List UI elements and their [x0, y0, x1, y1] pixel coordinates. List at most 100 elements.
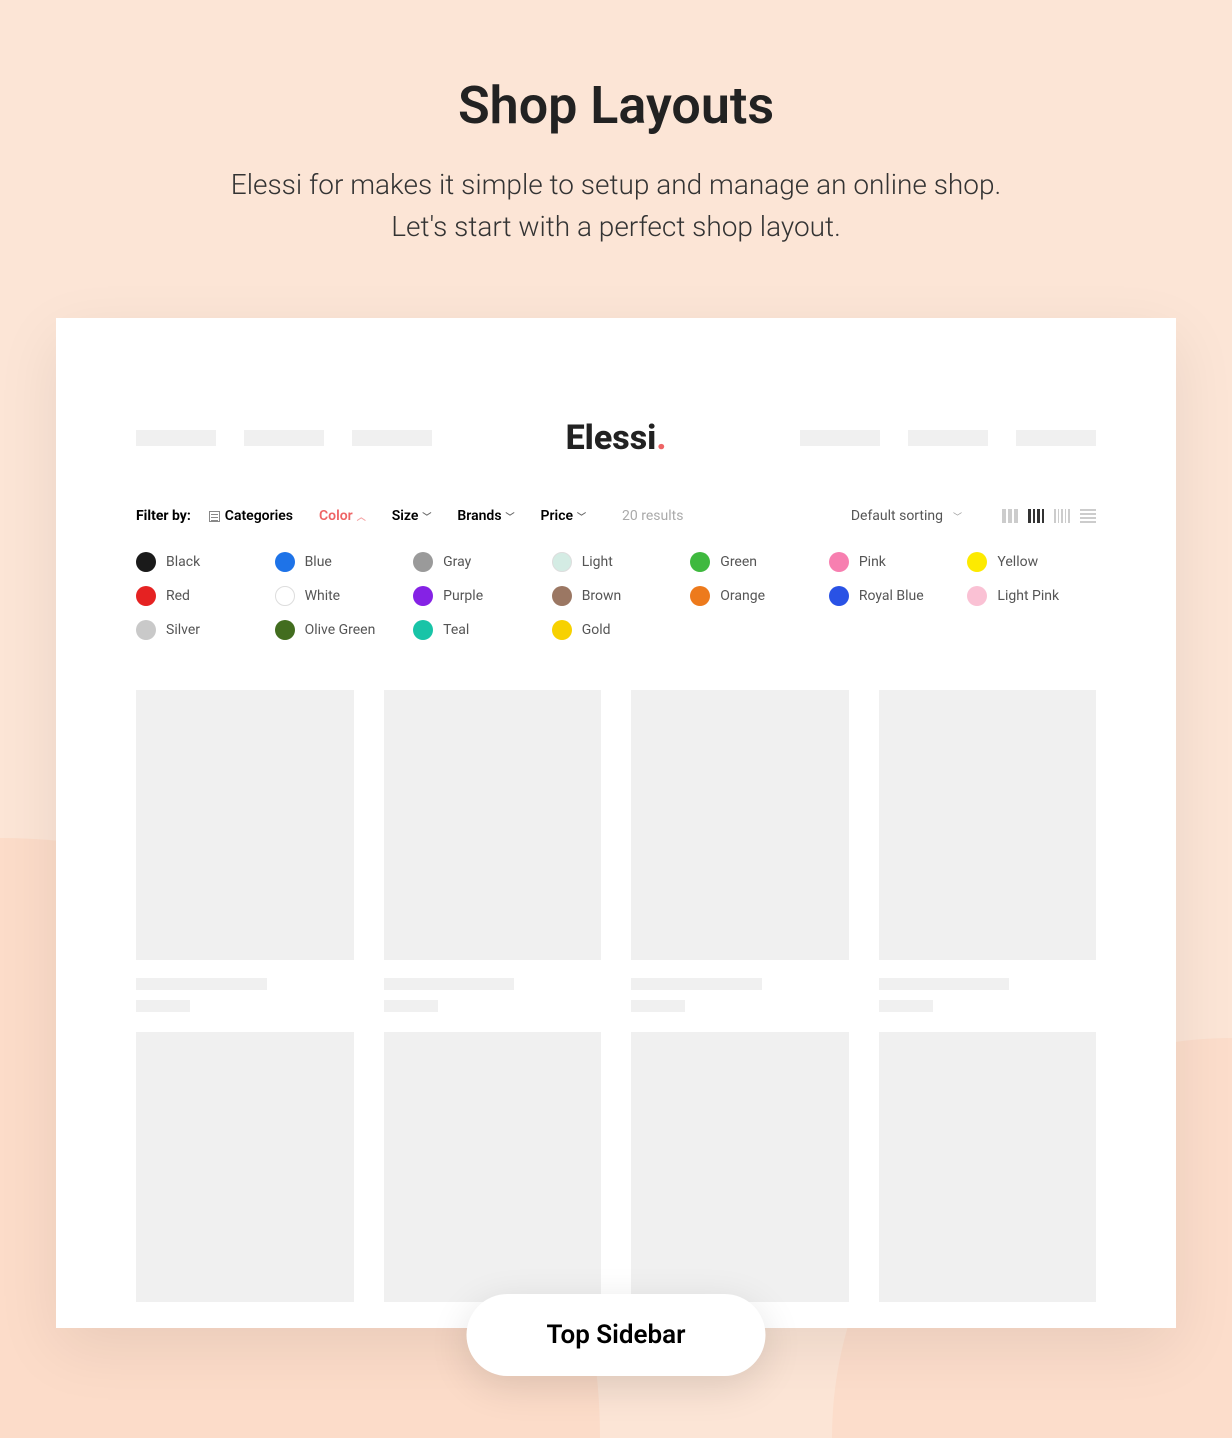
- view-switcher: [1002, 509, 1096, 523]
- nav-item-placeholder[interactable]: [244, 430, 324, 446]
- product-image-placeholder: [879, 690, 1097, 960]
- nav-item-placeholder[interactable]: [136, 430, 216, 446]
- color-label: Green: [720, 554, 757, 570]
- product-title-placeholder: [136, 978, 267, 990]
- filter-size[interactable]: Size﹀: [392, 508, 432, 524]
- filter-categories[interactable]: Categories: [209, 508, 293, 524]
- color-label: Gray: [443, 554, 471, 570]
- header-nav: Elessi.: [56, 318, 1176, 458]
- product-image-placeholder: [136, 690, 354, 960]
- color-dot-icon: [552, 620, 572, 640]
- color-swatch-gray[interactable]: Gray: [413, 552, 542, 572]
- color-swatch-olive-green[interactable]: Olive Green: [275, 620, 404, 640]
- nav-item-placeholder[interactable]: [1016, 430, 1096, 446]
- color-dot-icon: [275, 586, 295, 606]
- color-label: Silver: [166, 622, 200, 638]
- color-swatch-green[interactable]: Green: [690, 552, 819, 572]
- list-icon: [209, 511, 220, 522]
- sort-dropdown[interactable]: Default sorting﹀: [851, 508, 962, 524]
- product-title-placeholder: [879, 978, 1010, 990]
- product-card[interactable]: [631, 1032, 849, 1302]
- color-label: Royal Blue: [859, 588, 924, 604]
- product-image-placeholder: [384, 1032, 602, 1302]
- product-image-placeholder: [631, 1032, 849, 1302]
- color-dot-icon: [552, 552, 572, 572]
- product-card[interactable]: [136, 690, 354, 1012]
- product-card[interactable]: [879, 690, 1097, 1012]
- color-label: White: [305, 588, 341, 604]
- page-title: Shop Layouts: [0, 0, 1232, 136]
- color-label: Purple: [443, 588, 483, 604]
- color-dot-icon: [136, 552, 156, 572]
- color-swatch-light-pink[interactable]: Light Pink: [967, 586, 1096, 606]
- color-swatch-black[interactable]: Black: [136, 552, 265, 572]
- color-dot-icon: [829, 552, 849, 572]
- product-price-placeholder: [136, 1000, 190, 1012]
- color-dot-icon: [275, 620, 295, 640]
- color-swatch-teal[interactable]: Teal: [413, 620, 542, 640]
- logo[interactable]: Elessi.: [566, 418, 667, 458]
- product-card[interactable]: [136, 1032, 354, 1302]
- color-swatch-yellow[interactable]: Yellow: [967, 552, 1096, 572]
- chevron-up-icon: ︿: [357, 510, 366, 523]
- color-label: Gold: [582, 622, 611, 638]
- view-grid-4-icon[interactable]: [1028, 509, 1044, 523]
- color-dot-icon: [690, 586, 710, 606]
- color-dot-icon: [136, 586, 156, 606]
- nav-item-placeholder[interactable]: [908, 430, 988, 446]
- chevron-down-icon: ﹀: [953, 510, 962, 523]
- page-subtitle: Elessi for makes it simple to setup and …: [0, 164, 1232, 248]
- product-grid: [56, 640, 1176, 1302]
- color-swatch-blue[interactable]: Blue: [275, 552, 404, 572]
- filter-brands[interactable]: Brands﹀: [457, 508, 514, 524]
- color-label: Brown: [582, 588, 622, 604]
- color-dot-icon: [967, 552, 987, 572]
- shop-preview-card: Elessi. Filter by: Categories Color︿ Siz…: [56, 318, 1176, 1328]
- color-swatch-brown[interactable]: Brown: [552, 586, 681, 606]
- color-dot-icon: [136, 620, 156, 640]
- color-swatch-gold[interactable]: Gold: [552, 620, 681, 640]
- color-swatch-royal-blue[interactable]: Royal Blue: [829, 586, 958, 606]
- product-card[interactable]: [631, 690, 849, 1012]
- color-dot-icon: [829, 586, 849, 606]
- color-dot-icon: [552, 586, 572, 606]
- product-card[interactable]: [384, 690, 602, 1012]
- color-dot-icon: [690, 552, 710, 572]
- product-image-placeholder: [631, 690, 849, 960]
- color-label: Teal: [443, 622, 469, 638]
- nav-item-placeholder[interactable]: [352, 430, 432, 446]
- layout-name-button[interactable]: Top Sidebar: [466, 1294, 765, 1376]
- color-swatch-light[interactable]: Light: [552, 552, 681, 572]
- color-label: Blue: [305, 554, 332, 570]
- view-grid-5-icon[interactable]: [1054, 509, 1070, 523]
- color-label: Black: [166, 554, 200, 570]
- product-title-placeholder: [384, 978, 515, 990]
- color-swatch-red[interactable]: Red: [136, 586, 265, 606]
- color-dot-icon: [413, 586, 433, 606]
- nav-item-placeholder[interactable]: [800, 430, 880, 446]
- color-swatch-silver[interactable]: Silver: [136, 620, 265, 640]
- color-swatch-orange[interactable]: Orange: [690, 586, 819, 606]
- color-filter-panel: Black Blue Gray Light Green Pink Yellow Red Whit…: [56, 524, 1176, 640]
- product-card[interactable]: [384, 1032, 602, 1302]
- color-swatch-white[interactable]: White: [275, 586, 404, 606]
- color-swatch-purple[interactable]: Purple: [413, 586, 542, 606]
- product-image-placeholder: [879, 1032, 1097, 1302]
- chevron-down-icon: ﹀: [506, 510, 515, 523]
- product-price-placeholder: [384, 1000, 438, 1012]
- filter-price[interactable]: Price﹀: [541, 508, 587, 524]
- filter-color[interactable]: Color︿: [319, 508, 366, 524]
- color-label: Olive Green: [305, 622, 376, 638]
- product-card[interactable]: [879, 1032, 1097, 1302]
- color-label: Orange: [720, 588, 765, 604]
- product-title-placeholder: [631, 978, 762, 990]
- color-dot-icon: [413, 620, 433, 640]
- view-list-icon[interactable]: [1080, 509, 1096, 523]
- color-label: Yellow: [997, 554, 1038, 570]
- view-grid-3-icon[interactable]: [1002, 509, 1018, 523]
- chevron-down-icon: ﹀: [577, 510, 586, 523]
- color-dot-icon: [967, 586, 987, 606]
- color-dot-icon: [413, 552, 433, 572]
- product-price-placeholder: [879, 1000, 933, 1012]
- color-swatch-pink[interactable]: Pink: [829, 552, 958, 572]
